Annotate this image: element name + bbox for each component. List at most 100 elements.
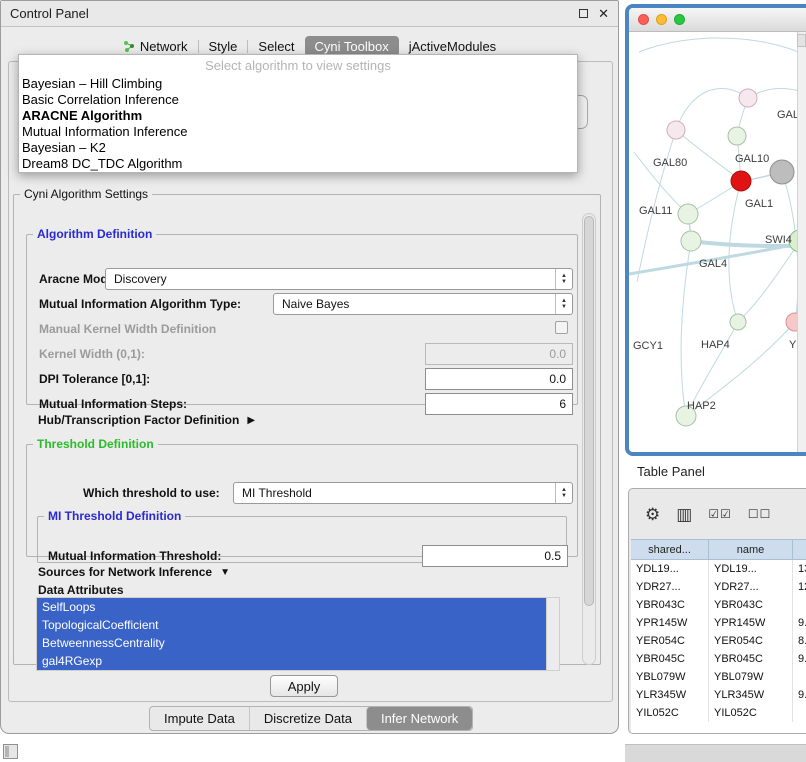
group-title: MI Threshold Definition <box>44 509 185 523</box>
tab-discretize-data[interactable]: Discretize Data <box>249 707 366 730</box>
table-panel-window: ⚙ ▥ ☑☑ ☐☐ shared... name YDL19...YDL19..… <box>628 488 806 734</box>
cell: 9. <box>793 650 806 668</box>
column-header[interactable]: shared... <box>631 540 709 559</box>
network-node[interactable] <box>728 127 746 145</box>
network-window-titlebar <box>629 8 806 32</box>
minimize-traffic-light-icon[interactable] <box>656 14 667 25</box>
column-header[interactable]: name <box>709 540 793 559</box>
table-row[interactable]: YER054CYER054C8. <box>631 632 806 650</box>
zoom-traffic-light-icon[interactable] <box>674 14 685 25</box>
dpi-tolerance-field[interactable]: 0.0 <box>425 368 573 390</box>
network-node[interactable] <box>739 89 757 107</box>
gear-icon[interactable]: ⚙ <box>645 506 660 523</box>
tab-impute-data[interactable]: Impute Data <box>150 707 249 730</box>
select-all-icon[interactable]: ☑☑ <box>708 507 732 521</box>
apply-button[interactable]: Apply <box>270 675 338 697</box>
settings-scrollbar[interactable] <box>582 213 596 665</box>
node-label: HAP2 <box>687 400 716 412</box>
data-attributes-list[interactable]: SelfLoops TopologicalCoefficient Between… <box>36 597 560 671</box>
columns-icon[interactable]: ▥ <box>676 506 692 523</box>
network-node[interactable] <box>730 314 746 330</box>
cell <box>793 668 806 686</box>
node-label: GAL11 <box>639 205 672 217</box>
table-row[interactable]: YDR27...YDR27...12 <box>631 578 806 596</box>
network-edge <box>676 88 748 130</box>
network-canvas[interactable]: GAL GAL80 GAL10 GAL11 GAL1 SWI4 GAL4 GCY… <box>629 32 806 452</box>
cell: YBR045C <box>709 650 793 668</box>
cell: YIL052C <box>709 704 793 722</box>
list-item[interactable]: BetweennessCentrality <box>37 634 546 652</box>
mi-type-label: Mutual Information Algorithm Type: <box>39 297 241 311</box>
data-attributes-label: Data Attributes <box>38 583 124 597</box>
manual-kernel-checkbox[interactable] <box>555 321 568 334</box>
mi-threshold-field[interactable]: 0.5 <box>422 545 568 567</box>
mi-steps-field[interactable]: 6 <box>425 393 573 415</box>
node-label: GCY1 <box>633 340 663 352</box>
selected-value: Naive Bayes <box>282 297 349 311</box>
cell: YBR045C <box>631 650 709 668</box>
algorithm-definition-group: Algorithm Definition Aracne Mode: Discov… <box>26 227 578 405</box>
table-row[interactable]: YBL079WYBL079W <box>631 668 806 686</box>
panel-corner-icon[interactable] <box>3 744 18 759</box>
status-strip <box>625 744 806 762</box>
node-label: GAL <box>777 109 799 121</box>
algorithm-option[interactable]: Dream8 DC_TDC Algorithm <box>19 156 577 172</box>
table-row[interactable]: YBR043CYBR043C <box>631 596 806 614</box>
scrollbar-thumb[interactable] <box>584 216 594 606</box>
hub-definition-toggle[interactable]: Hub/Transcription Factor Definition ▶ <box>38 413 255 427</box>
tab-label: Style <box>209 39 238 54</box>
close-traffic-light-icon[interactable] <box>638 14 649 25</box>
node-label: GAL1 <box>745 198 773 210</box>
column-header[interactable] <box>793 540 806 559</box>
table-row[interactable]: YIL052CYIL052C <box>631 704 806 722</box>
algorithm-option[interactable]: Basic Correlation Inference <box>19 92 577 108</box>
network-node-gray[interactable] <box>770 160 794 184</box>
aracne-mode-select[interactable]: Discovery ▲▼ <box>105 268 573 290</box>
network-view-window: GAL GAL80 GAL10 GAL11 GAL1 SWI4 GAL4 GCY… <box>625 4 806 456</box>
group-title: Threshold Definition <box>33 437 158 451</box>
combo-arrows-icon: ▲▼ <box>555 294 572 314</box>
hub-definition-label: Hub/Transcription Factor Definition <box>38 413 239 427</box>
mi-threshold-definition-group: MI Threshold Definition Mutual Informati… <box>37 509 567 563</box>
tab-label: jActiveModules <box>409 39 496 54</box>
close-icon[interactable]: ✕ <box>598 7 609 20</box>
cell: YLR345W <box>709 686 793 704</box>
table-row[interactable]: YPR145WYPR145W9. <box>631 614 806 632</box>
deselect-all-icon[interactable]: ☐☐ <box>748 507 772 521</box>
tab-infer-network[interactable]: Infer Network <box>366 707 472 730</box>
list-item[interactable]: gal4RGexp <box>37 652 546 670</box>
combo-arrows-icon: ▲▼ <box>555 483 572 503</box>
list-item[interactable]: TopologicalCoefficient <box>37 616 546 634</box>
which-threshold-select[interactable]: MI Threshold ▲▼ <box>233 482 573 504</box>
window-title: Control Panel <box>10 6 89 21</box>
algorithm-option[interactable]: Bayesian – Hill Climbing <box>19 76 577 92</box>
cell: YDL19... <box>709 560 793 578</box>
float-window-icon[interactable] <box>579 9 588 18</box>
list-scrollbar[interactable] <box>546 598 559 670</box>
algorithm-option-selected[interactable]: ARACNE Algorithm <box>19 108 577 124</box>
node-label: Y <box>789 339 797 351</box>
algorithm-dropdown-popup: Select algorithm to view settings Bayesi… <box>18 54 578 173</box>
network-edge <box>729 181 741 322</box>
sources-toggle[interactable]: Sources for Network Inference ▼ <box>38 565 230 579</box>
table-row[interactable]: YLR345WYLR345W9. <box>631 686 806 704</box>
algorithm-option[interactable]: Bayesian – K2 <box>19 140 577 156</box>
network-node[interactable] <box>678 204 698 224</box>
network-scroll-button[interactable] <box>797 34 806 47</box>
dpi-tolerance-label: DPI Tolerance [0,1]: <box>39 372 150 386</box>
network-scrollbar[interactable] <box>797 32 806 452</box>
tab-label: Select <box>258 39 294 54</box>
table-row[interactable]: YDL19...YDL19...13 <box>631 560 806 578</box>
algorithm-option[interactable]: Mutual Information Inference <box>19 124 577 140</box>
cell: YER054C <box>709 632 793 650</box>
cell: 9. <box>793 686 806 704</box>
network-node[interactable] <box>681 231 701 251</box>
cell: 9. <box>793 614 806 632</box>
network-node[interactable] <box>667 121 685 139</box>
mi-type-select[interactable]: Naive Bayes ▲▼ <box>273 293 573 315</box>
network-node-red[interactable] <box>731 171 751 191</box>
control-panel-titlebar: Control Panel ✕ <box>1 1 618 27</box>
table-row[interactable]: YBR045CYBR045C9. <box>631 650 806 668</box>
cell: YBR043C <box>709 596 793 614</box>
list-item[interactable]: SelfLoops <box>37 598 546 616</box>
